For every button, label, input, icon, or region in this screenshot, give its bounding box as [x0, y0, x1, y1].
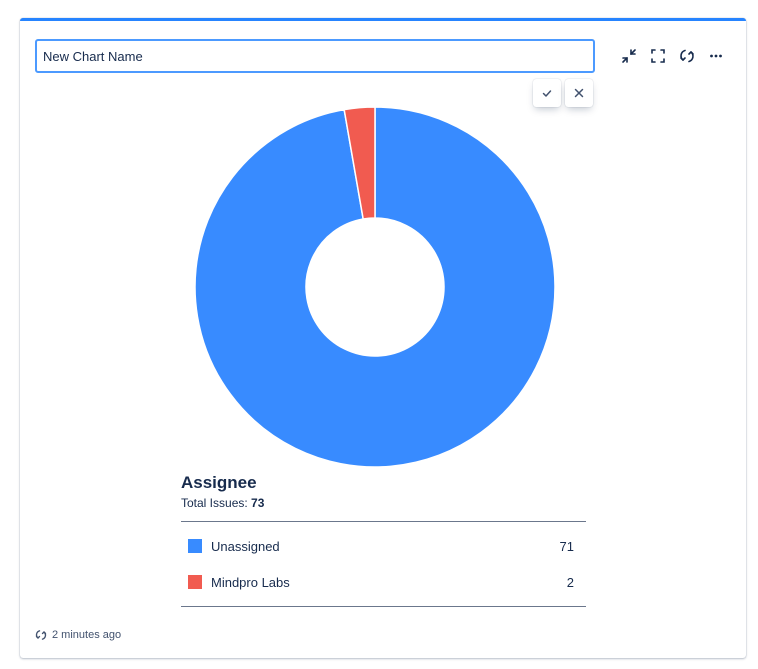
- chart-gadget: Assignee Total Issues: 73 Unassigned 71 …: [20, 18, 746, 658]
- gadget-toolbar: [618, 44, 726, 68]
- confirm-button[interactable]: [533, 79, 561, 107]
- more-button[interactable]: [705, 44, 726, 68]
- last-updated-text: 2 minutes ago: [52, 629, 122, 641]
- legend-table: Unassigned 71 Mindpro Labs 2: [181, 521, 586, 607]
- edit-actions: [533, 79, 593, 107]
- chart-legend: Assignee Total Issues: 73 Unassigned 71 …: [181, 472, 586, 607]
- legend-count: 2: [566, 574, 574, 590]
- legend-row-mindpro-labs[interactable]: Mindpro Labs 2: [181, 564, 586, 600]
- legend-label: Mindpro Labs: [211, 574, 290, 590]
- chart-name-input[interactable]: [35, 39, 595, 73]
- legend-swatch: [188, 575, 202, 589]
- minimize-button[interactable]: [618, 44, 639, 68]
- more-icon: [709, 54, 722, 58]
- legend-count: 71: [559, 538, 574, 554]
- legend-swatch: [188, 539, 202, 553]
- last-updated: 2 minutes ago: [35, 629, 121, 641]
- cancel-button[interactable]: [565, 79, 593, 107]
- close-icon: [574, 88, 584, 98]
- donut-chart: [194, 106, 556, 468]
- refresh-small-icon: [35, 630, 47, 640]
- total-issues-value: 73: [251, 496, 265, 510]
- chart-title: Assignee: [181, 473, 257, 492]
- total-issues: Total Issues: 73: [181, 495, 586, 511]
- refresh-button[interactable]: [676, 44, 697, 68]
- fullscreen-button[interactable]: [647, 44, 668, 68]
- minimize-icon: [621, 49, 636, 63]
- legend-label: Unassigned: [211, 538, 280, 554]
- refresh-icon: [679, 49, 694, 63]
- total-issues-label: Total Issues:: [181, 496, 248, 510]
- check-icon: [542, 90, 552, 97]
- fullscreen-icon: [650, 49, 665, 63]
- legend-row-unassigned[interactable]: Unassigned 71: [181, 528, 586, 564]
